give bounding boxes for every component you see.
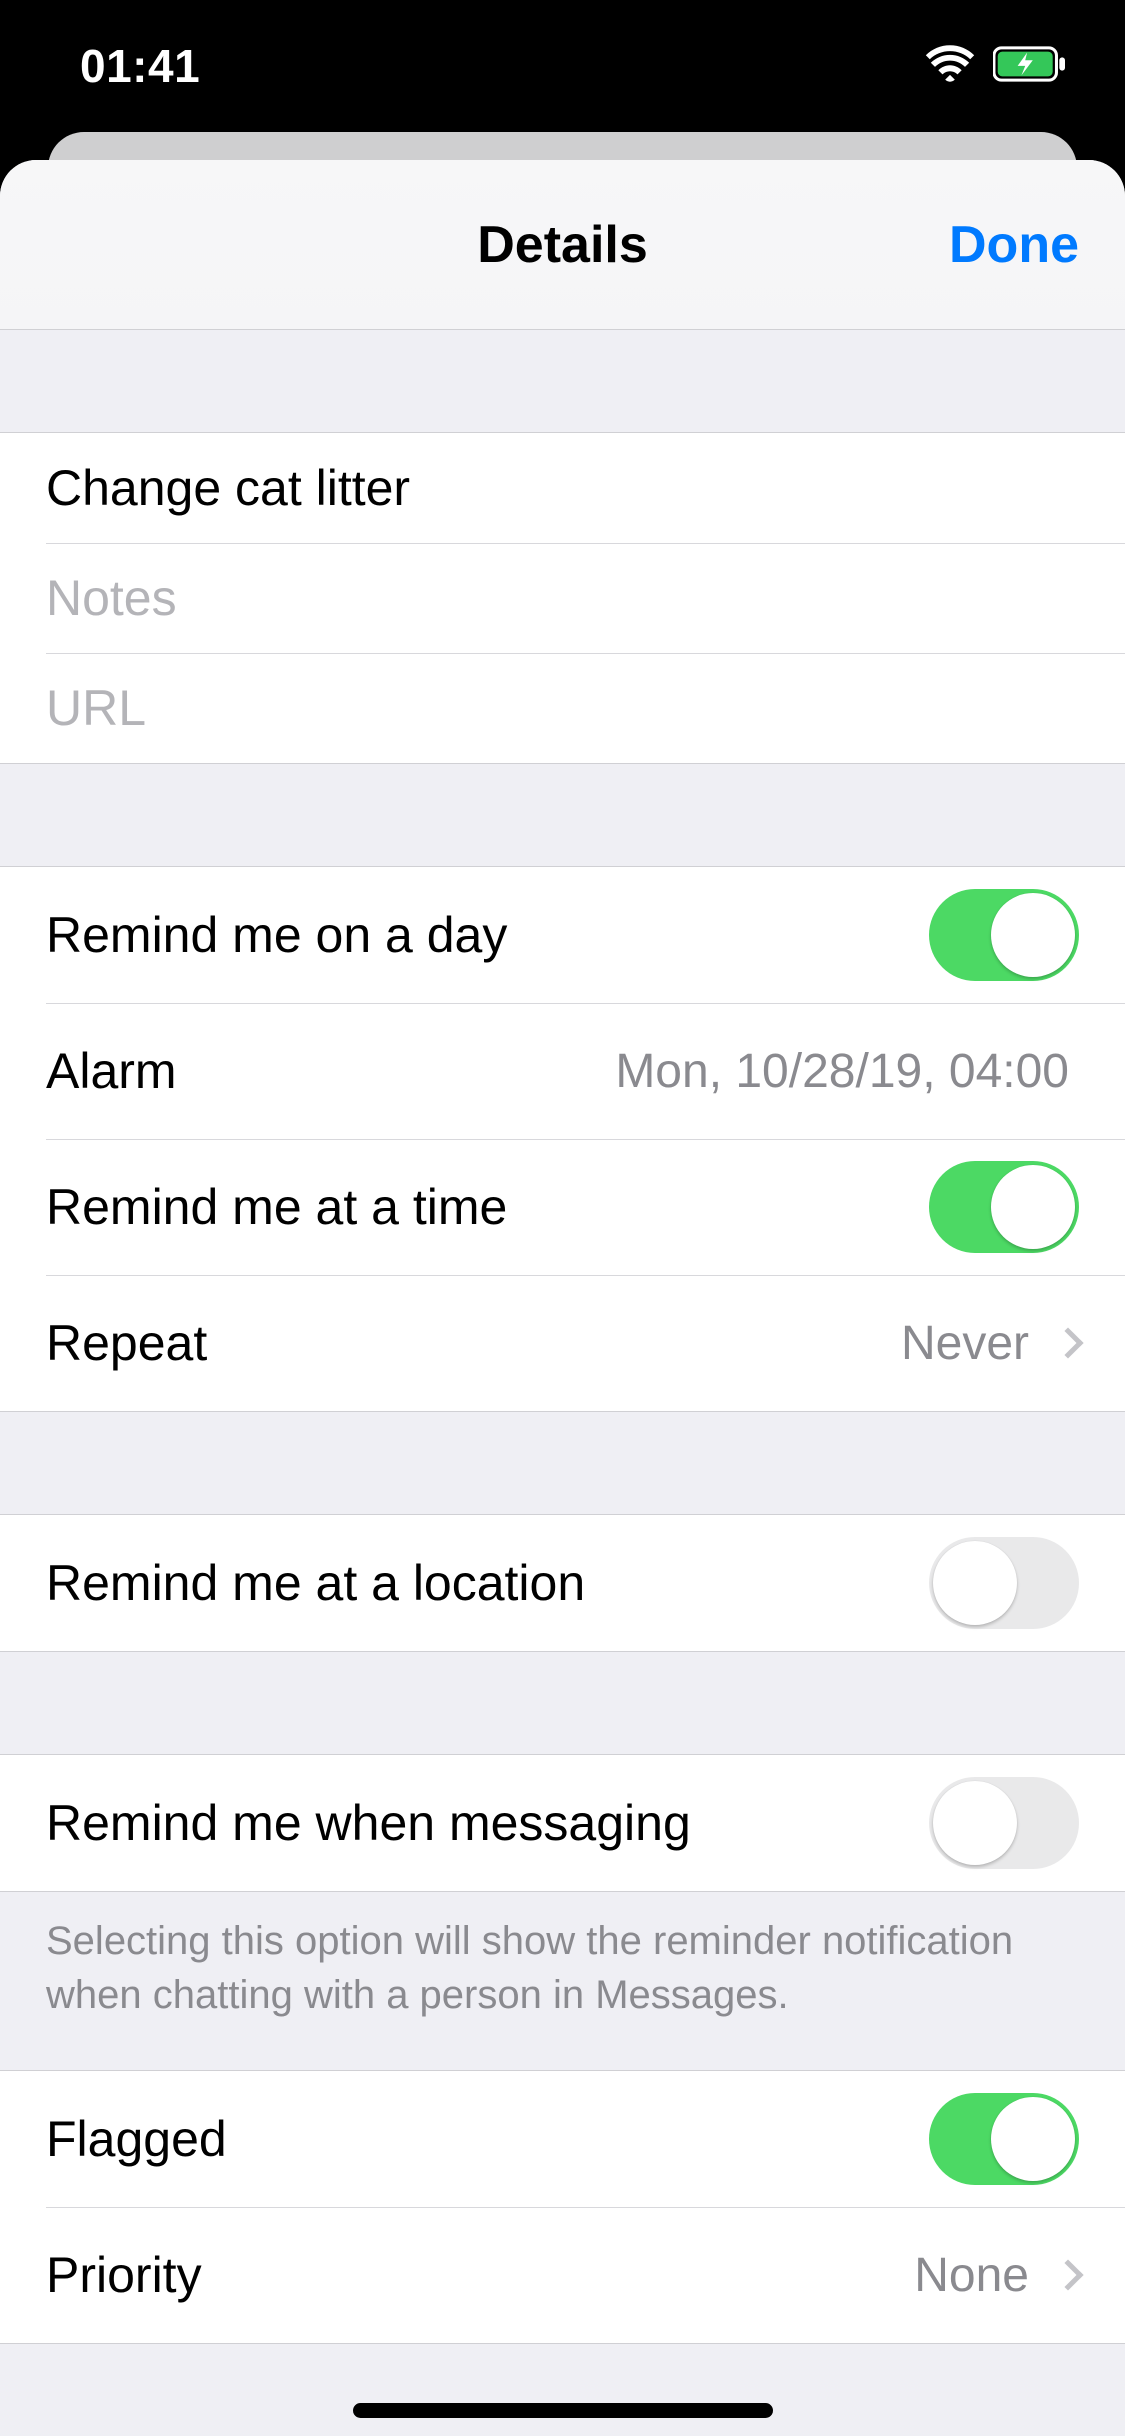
schedule-group: Remind me on a day Alarm Mon, 10/28/19, … bbox=[0, 866, 1125, 1412]
remind-location-toggle[interactable] bbox=[929, 1537, 1079, 1629]
flagged-toggle[interactable] bbox=[929, 2093, 1079, 2185]
wifi-icon bbox=[925, 45, 975, 88]
status-bar: 01:41 bbox=[0, 0, 1125, 132]
home-indicator[interactable] bbox=[353, 2403, 773, 2418]
location-group: Remind me at a location bbox=[0, 1514, 1125, 1652]
chevron-right-icon bbox=[1052, 1327, 1083, 1358]
messaging-footer: Selecting this option will show the remi… bbox=[0, 1892, 1125, 2070]
repeat-value: Never bbox=[901, 1316, 1029, 1371]
flagged-row[interactable]: Flagged bbox=[0, 2071, 1125, 2207]
remind-location-row[interactable]: Remind me at a location bbox=[0, 1515, 1125, 1651]
remind-time-row[interactable]: Remind me at a time bbox=[0, 1139, 1125, 1275]
status-time: 01:41 bbox=[80, 39, 200, 93]
priority-label: Priority bbox=[46, 2246, 914, 2304]
remind-messaging-row[interactable]: Remind me when messaging bbox=[0, 1755, 1125, 1891]
battery-charging-icon bbox=[993, 46, 1065, 87]
url-input[interactable] bbox=[46, 679, 1079, 737]
remind-day-toggle[interactable] bbox=[929, 889, 1079, 981]
notes-input[interactable] bbox=[46, 569, 1079, 627]
remind-messaging-toggle[interactable] bbox=[929, 1777, 1079, 1869]
url-row[interactable] bbox=[0, 653, 1125, 763]
remind-time-label: Remind me at a time bbox=[46, 1178, 929, 1236]
remind-day-label: Remind me on a day bbox=[46, 906, 929, 964]
chevron-right-icon bbox=[1052, 2259, 1083, 2290]
priority-row[interactable]: Priority None bbox=[0, 2207, 1125, 2343]
flagged-group: Flagged Priority None bbox=[0, 2070, 1125, 2344]
messaging-group: Remind me when messaging bbox=[0, 1754, 1125, 1892]
title-input[interactable] bbox=[46, 459, 1079, 517]
remind-day-row[interactable]: Remind me on a day bbox=[0, 867, 1125, 1003]
notes-row[interactable] bbox=[0, 543, 1125, 653]
flagged-label: Flagged bbox=[46, 2110, 929, 2168]
done-button[interactable]: Done bbox=[949, 215, 1079, 275]
page-title: Details bbox=[477, 215, 648, 275]
repeat-label: Repeat bbox=[46, 1314, 901, 1372]
nav-bar: Details Done bbox=[0, 160, 1125, 330]
remind-time-toggle[interactable] bbox=[929, 1161, 1079, 1253]
remind-location-label: Remind me at a location bbox=[46, 1554, 929, 1612]
title-row[interactable] bbox=[0, 433, 1125, 543]
alarm-label: Alarm bbox=[46, 1042, 615, 1100]
status-icons bbox=[925, 45, 1065, 88]
repeat-row[interactable]: Repeat Never bbox=[0, 1275, 1125, 1411]
remind-messaging-label: Remind me when messaging bbox=[46, 1794, 929, 1852]
title-group bbox=[0, 432, 1125, 764]
alarm-row[interactable]: Alarm Mon, 10/28/19, 04:00 bbox=[0, 1003, 1125, 1139]
priority-value: None bbox=[914, 2248, 1029, 2303]
details-sheet: Details Done Remind me on a day Alarm bbox=[0, 160, 1125, 2436]
alarm-value: Mon, 10/28/19, 04:00 bbox=[615, 1044, 1069, 1099]
